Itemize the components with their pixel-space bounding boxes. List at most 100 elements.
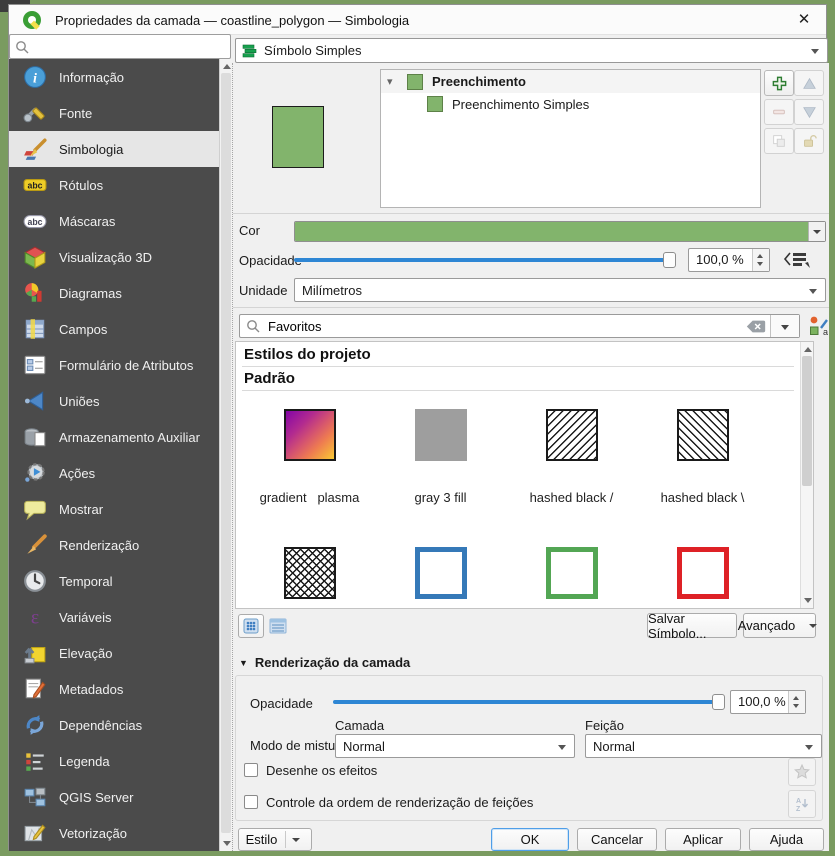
scroll-up-icon[interactable] — [223, 64, 231, 69]
style-manager-button[interactable]: a — [808, 315, 828, 339]
chevron-down-icon — [805, 745, 813, 750]
icon-view-toggle[interactable] — [238, 614, 264, 638]
sidebar-item-label: Fonte — [59, 106, 92, 121]
sidebar-item-dependencias[interactable]: Dependências — [9, 707, 219, 743]
chevron-down-icon — [292, 838, 300, 842]
style-item-label: hashed black \ — [637, 490, 768, 505]
scroll-up-icon[interactable] — [804, 347, 812, 352]
sidebar-item-acoes[interactable]: Ações — [9, 455, 219, 491]
symbol-type-dropdown[interactable]: Símbolo Simples — [235, 38, 828, 63]
style-item-gradient plasma[interactable]: gradient plasma — [244, 409, 375, 505]
filter-dropdown-arrow[interactable] — [770, 315, 799, 337]
spin-buttons[interactable] — [752, 249, 769, 271]
style-item-outline[interactable] — [637, 547, 768, 599]
scroll-down-icon[interactable] — [223, 841, 231, 846]
layer-rendering-group: Opacidade 100,0 % Camada Feição Modo de … — [235, 675, 823, 821]
sidebar-item-temporal[interactable]: Temporal — [9, 563, 219, 599]
style-item-outline[interactable] — [506, 547, 637, 599]
feature-order-checkbox[interactable] — [244, 795, 258, 809]
sidebar-scrollbar[interactable] — [219, 59, 232, 851]
sidebar-item-variaveis[interactable]: εVariáveis — [9, 599, 219, 635]
style-item-gray 3 fill[interactable]: gray 3 fill — [375, 409, 506, 505]
slider-handle[interactable] — [663, 252, 676, 268]
layer-rendering-header[interactable]: ▼ Renderização da camada — [239, 655, 410, 670]
plus-icon — [771, 75, 788, 92]
color-dropdown-arrow[interactable] — [808, 222, 825, 241]
collapse-icon[interactable]: ▼ — [239, 658, 248, 668]
draw-effects-checkbox[interactable] — [244, 763, 258, 777]
cancel-button[interactable]: Cancelar — [577, 828, 657, 851]
data-defined-override-button[interactable] — [782, 249, 812, 274]
layer-opacity-value: 100,0 % — [731, 691, 788, 713]
tree-item-fill[interactable]: ▾ Preenchimento — [381, 70, 760, 93]
tree-expand-icon[interactable]: ▾ — [387, 76, 399, 88]
unit-value: Milímetros — [302, 283, 362, 298]
properties-search-box — [9, 34, 231, 59]
sidebar-item-formulario[interactable]: Formulário de Atributos — [9, 347, 219, 383]
ok-button[interactable]: OK — [491, 828, 569, 851]
sidebar-item-label: Diagramas — [59, 286, 122, 301]
list-view-toggle[interactable] — [269, 617, 287, 638]
style-preview — [415, 547, 467, 599]
tree-item-simple-fill[interactable]: Preenchimento Simples — [381, 93, 760, 115]
sidebar-item-fonte[interactable]: Fonte — [9, 95, 219, 131]
layer-opacity-slider[interactable] — [333, 692, 725, 712]
close-icon[interactable]: ✕ — [792, 9, 816, 31]
apply-button[interactable]: Aplicar — [665, 828, 741, 851]
style-item-hashed black /[interactable]: hashed black / — [506, 409, 637, 505]
opacity-spinbox[interactable]: 100,0 % — [688, 248, 770, 272]
fill-color-button[interactable] — [294, 221, 826, 242]
style-item-hashed black \[interactable]: hashed black \ — [637, 409, 768, 505]
scroll-down-icon[interactable] — [804, 598, 812, 603]
layer-rendering-title: Renderização da camada — [255, 655, 410, 670]
spin-buttons[interactable] — [788, 691, 805, 713]
style-preview — [284, 547, 336, 599]
fill-swatch-icon — [407, 74, 423, 90]
save-symbol-button[interactable]: Salvar Símbolo... — [647, 613, 737, 638]
feature-order-options-button[interactable]: AZ — [788, 790, 816, 818]
gallery-scrollbar[interactable] — [800, 342, 813, 608]
scrollbar-thumb[interactable] — [221, 73, 231, 833]
sidebar-item-mostrar[interactable]: Mostrar — [9, 491, 219, 527]
move-up-button[interactable] — [794, 70, 824, 96]
style-filter-box — [239, 314, 800, 338]
sidebar-item-campos[interactable]: Campos — [9, 311, 219, 347]
style-item-outline[interactable] — [375, 547, 506, 599]
sidebar-item-vetorizacao[interactable]: Vetorização — [9, 815, 219, 851]
sidebar-item-simbologia[interactable]: Simbologia — [9, 131, 219, 167]
duplicate-symbol-layer-button[interactable] — [764, 128, 794, 154]
sidebar-item-diagramas[interactable]: Diagramas — [9, 275, 219, 311]
remove-symbol-layer-button[interactable] — [764, 99, 794, 125]
sidebar-item-label: Dependências — [59, 718, 142, 733]
move-down-button[interactable] — [794, 99, 824, 125]
clear-icon[interactable] — [746, 319, 766, 334]
sidebar-item-legenda[interactable]: Legenda — [9, 743, 219, 779]
sidebar-item-info[interactable]: iInformação — [9, 59, 219, 95]
advanced-button[interactable]: Avançado — [743, 613, 816, 638]
slider-handle[interactable] — [712, 694, 725, 710]
layer-opacity-spinbox[interactable]: 100,0 % — [730, 690, 806, 714]
sidebar-item-renderizacao[interactable]: Renderização — [9, 527, 219, 563]
add-symbol-layer-button[interactable] — [764, 70, 794, 96]
help-button[interactable]: Ajuda — [749, 828, 824, 851]
style-item-crosshatch[interactable] — [244, 547, 375, 599]
sidebar-item-unioes[interactable]: Uniões — [9, 383, 219, 419]
style-filter-input[interactable] — [266, 318, 746, 335]
feature-blend-dropdown[interactable]: Normal — [585, 734, 822, 758]
properties-search-input[interactable] — [29, 38, 230, 55]
sidebar-item-elevacao[interactable]: Elevação — [9, 635, 219, 671]
search-icon — [246, 319, 260, 333]
lock-colors-button[interactable] — [794, 128, 824, 154]
sidebar-item-armazenamento[interactable]: Armazenamento Auxiliar — [9, 419, 219, 455]
sidebar-item-vis3d[interactable]: Visualização 3D — [9, 239, 219, 275]
sidebar-item-qgis-server[interactable]: QGIS Server — [9, 779, 219, 815]
sidebar-item-rotulos[interactable]: abcRótulos — [9, 167, 219, 203]
sidebar-item-metadados[interactable]: Metadados — [9, 671, 219, 707]
scrollbar-thumb[interactable] — [802, 356, 812, 486]
unit-dropdown[interactable]: Milímetros — [294, 278, 826, 302]
style-menu-button[interactable]: Estilo — [238, 828, 312, 851]
sidebar-item-mascaras[interactable]: abcMáscaras — [9, 203, 219, 239]
effects-options-button[interactable] — [788, 758, 816, 786]
layer-blend-dropdown[interactable]: Normal — [335, 734, 575, 758]
opacity-slider[interactable] — [294, 250, 676, 270]
